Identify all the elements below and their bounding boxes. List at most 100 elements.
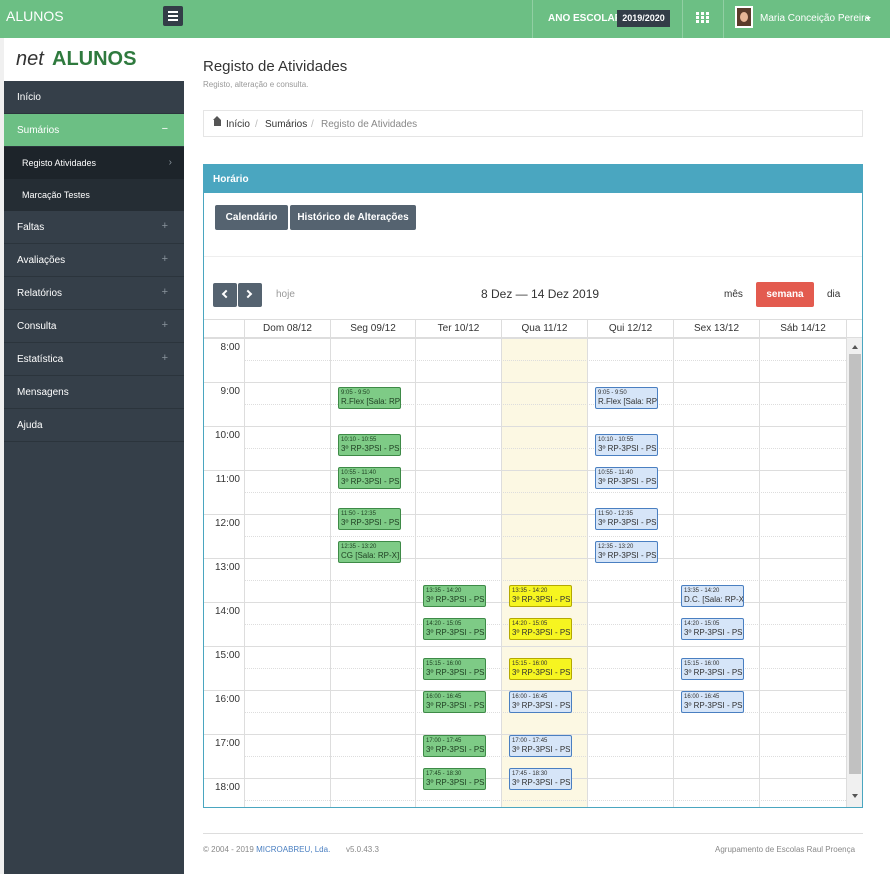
day-header[interactable]: Ter 10/12 <box>415 320 501 338</box>
calendar-event[interactable]: 12:35 - 13:20 CG [Sala: RP-X] <box>338 540 401 563</box>
calendar-event[interactable]: 10:10 - 10:55 3º RP-3PSI - PSI <box>595 434 658 457</box>
calendar-event[interactable]: 17:00 - 17:45 3º RP-3PSI - PSI <box>509 735 572 757</box>
prev-week-button[interactable] <box>213 283 237 307</box>
sidebar-item-label: Avaliações <box>17 255 66 266</box>
sidebar-item-mensagens[interactable]: Mensagens <box>4 376 184 409</box>
sidebar-item-relatorios[interactable]: Relatórios + <box>4 277 184 310</box>
menu-toggle-icon[interactable] <box>163 6 183 26</box>
sidebar-item-consulta[interactable]: Consulta + <box>4 310 184 343</box>
calendar-event[interactable]: 16:00 - 16:45 3º RP-3PSI - PSI <box>509 691 572 713</box>
tab-historico-alteracoes[interactable]: Histórico de Alterações <box>290 205 416 230</box>
caret-down-icon[interactable] <box>865 17 871 20</box>
calendar-event[interactable]: 15:15 - 16:00 3º RP-3PSI - PSI <box>423 658 486 680</box>
event-time: 17:00 - 17:45 <box>512 738 548 744</box>
calendar-event[interactable]: 10:55 - 11:40 3º RP-3PSI - PSI <box>595 467 658 490</box>
sidebar-item-sumarios[interactable]: Sumários − <box>4 114 184 147</box>
hour-label: 8:00 <box>220 342 240 353</box>
apps-grid-icon[interactable] <box>696 12 709 24</box>
column-divider <box>501 338 502 807</box>
breadcrumb-current: Registo de Atividades <box>321 119 418 130</box>
breadcrumb-sumarios[interactable]: Sumários <box>265 119 307 130</box>
breadcrumb-separator: / <box>311 119 314 130</box>
event-time: 17:45 - 18:30 <box>426 771 462 777</box>
calendar-event[interactable]: 15:15 - 16:00 3º RP-3PSI - PSI <box>509 658 572 680</box>
breadcrumb-separator: / <box>255 119 258 130</box>
view-week-button[interactable]: semana <box>756 282 814 307</box>
calendar-event[interactable]: 12:35 - 13:20 3º RP-3PSI - PSI <box>595 540 658 563</box>
home-icon <box>213 116 221 126</box>
hour-label: 14:00 <box>214 606 240 617</box>
calendar-scrollbar[interactable] <box>846 338 862 807</box>
user-menu[interactable]: Maria Conceição Pereira <box>760 13 870 24</box>
event-title: 3º RP-3PSI - PSI <box>598 550 658 560</box>
hour-label: 18:00 <box>214 782 240 793</box>
company-link[interactable]: MICROABREU, Lda. <box>256 845 330 854</box>
event-title: 3º RP-3PSI - PSI <box>512 594 572 604</box>
event-title: 3º RP-3PSI - PSI <box>512 778 572 787</box>
calendar-event[interactable]: 13:35 - 14:20 D.C. [Sala: RP-X] <box>681 584 744 607</box>
calendar-event[interactable]: 9:05 - 9:50 R.Flex [Sala: RP- <box>338 386 401 409</box>
calendar-event[interactable]: 17:45 - 18:30 3º RP-3PSI - PSI <box>509 768 572 790</box>
event-title: 3º RP-3PSI - PSI <box>426 627 486 637</box>
calendar-event[interactable]: 14:20 - 15:05 3º RP-3PSI - PSI <box>423 617 486 640</box>
calendar-event[interactable]: 13:35 - 14:20 3º RP-3PSI - PSI <box>423 584 486 607</box>
event-time: 10:55 - 11:40 <box>341 470 376 477</box>
sidebar-item-faltas[interactable]: Faltas + <box>4 211 184 244</box>
sidebar-subitem-marcacao-testes[interactable]: Marcação Testes <box>4 179 184 211</box>
today-button[interactable]: hoje <box>276 289 295 300</box>
sidebar-item-estatistica[interactable]: Estatística + <box>4 343 184 376</box>
sidebar-subitem-registo-atividades[interactable]: Registo Atividades › <box>4 147 184 179</box>
day-header[interactable]: Dom 08/12 <box>244 320 330 338</box>
scroll-down-icon[interactable] <box>852 794 858 798</box>
day-header[interactable]: Sáb 14/12 <box>759 320 846 338</box>
calendar-event[interactable]: 16:00 - 16:45 3º RP-3PSI - PSI <box>423 691 486 713</box>
calendar-event[interactable]: 10:55 - 11:40 3º RP-3PSI - PSI <box>338 467 401 490</box>
breadcrumb-home[interactable]: Início <box>226 119 250 130</box>
scrollbar-thumb[interactable] <box>849 354 861 774</box>
logo[interactable]: net ALUNOS <box>4 38 184 81</box>
event-time: 17:00 - 17:45 <box>426 738 462 744</box>
calendar-event[interactable]: 16:00 - 16:45 3º RP-3PSI - PSI <box>681 691 744 713</box>
sidebar-item-label: Registo Atividades <box>22 158 97 168</box>
view-month-button[interactable]: mês <box>724 289 743 300</box>
day-header[interactable]: Qua 11/12 <box>501 320 587 338</box>
header-corner <box>846 320 862 338</box>
hour-line <box>204 470 846 471</box>
view-day-button[interactable]: dia <box>827 289 840 300</box>
calendar-event[interactable]: 14:20 - 15:05 3º RP-3PSI - PSI <box>681 617 744 640</box>
hour-line <box>204 558 846 559</box>
school-year-badge[interactable]: 2019/2020 <box>617 10 670 27</box>
calendar-event[interactable]: 13:35 - 14:20 3º RP-3PSI - PSI <box>509 584 572 607</box>
calendar-header: Dom 08/12 Seg 09/12 Ter 10/12 Qua 11/12 Qui … <box>204 320 862 338</box>
hour-label: 13:00 <box>214 562 240 573</box>
calendar-event[interactable]: 11:50 - 12:35 3º RP-3PSI - PSI <box>338 507 401 530</box>
chevron-right-icon: › <box>168 157 172 168</box>
half-hour-line <box>244 580 846 581</box>
day-header[interactable]: Seg 09/12 <box>330 320 415 338</box>
calendar-event[interactable]: 11:50 - 12:35 3º RP-3PSI - PSI <box>595 507 658 530</box>
event-title: 3º RP-3PSI - PSI <box>512 745 572 754</box>
event-time: 12:35 - 13:20 <box>598 543 634 550</box>
calendar-event[interactable]: 9:05 - 9:50 R.Flex [Sala: RP- <box>595 386 658 409</box>
sidebar-item-avaliacoes[interactable]: Avaliações + <box>4 244 184 277</box>
hour-label: 12:00 <box>214 518 240 529</box>
next-week-button[interactable] <box>238 283 262 307</box>
sidebar-item-label: Sumários <box>17 125 60 136</box>
calendar-event[interactable]: 14:20 - 15:05 3º RP-3PSI - PSI <box>509 617 572 640</box>
calendar-event[interactable]: 10:10 - 10:55 3º RP-3PSI - PSI <box>338 434 401 457</box>
user-avatar[interactable] <box>735 6 753 28</box>
sidebar-item-label: Marcação Testes <box>22 190 90 200</box>
event-title: 3º RP-3PSI - PSI <box>341 444 401 454</box>
tab-calendario[interactable]: Calendário <box>215 205 288 230</box>
day-header[interactable]: Qui 12/12 <box>587 320 673 338</box>
sidebar-item-inicio[interactable]: Início <box>4 81 184 114</box>
calendar-event[interactable]: 15:15 - 16:00 3º RP-3PSI - PSI <box>681 658 744 680</box>
scroll-up-icon[interactable] <box>852 345 858 349</box>
day-header[interactable]: Sex 13/12 <box>673 320 759 338</box>
event-time: 9:05 - 9:50 <box>598 389 627 396</box>
app-brand[interactable]: ALUNOS <box>6 8 64 24</box>
calendar-event[interactable]: 17:45 - 18:30 3º RP-3PSI - PSI <box>423 768 486 790</box>
event-title: CG [Sala: RP-X] <box>341 550 400 560</box>
sidebar-item-ajuda[interactable]: Ajuda <box>4 409 184 442</box>
calendar-event[interactable]: 17:00 - 17:45 3º RP-3PSI - PSI <box>423 735 486 757</box>
